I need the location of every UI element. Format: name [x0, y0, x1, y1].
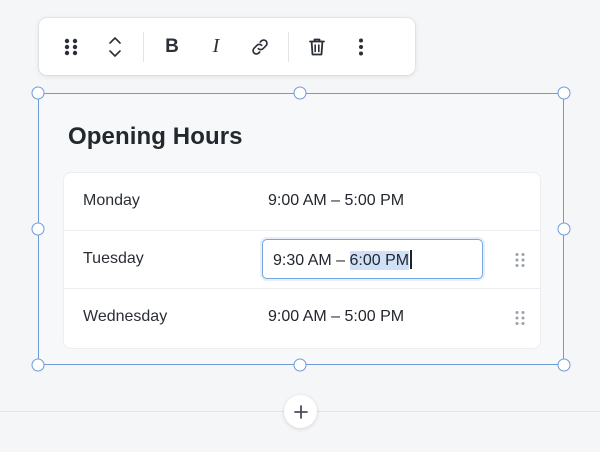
hours-input-text: 9:30 AM – [273, 252, 350, 269]
hours-row-tuesday: Tuesday 9:30 AM – 6:00 PM [64, 231, 540, 289]
drag-handle-button[interactable] [49, 25, 93, 69]
row-drag-handle-icon[interactable] [514, 252, 526, 268]
trash-icon [309, 38, 325, 55]
italic-button[interactable]: I [194, 25, 238, 69]
hours-row-monday: Monday 9:00 AM – 5:00 PM [64, 173, 540, 231]
delete-block-button[interactable] [295, 25, 339, 69]
toolbar-separator [143, 31, 144, 62]
selected-text: 6:00 PM [349, 251, 410, 270]
resize-handle-bottom-left[interactable] [31, 358, 45, 372]
text-caret [410, 250, 412, 269]
hours-value[interactable]: 9:00 AM – 5:00 PM [268, 308, 404, 326]
move-block-button[interactable] [93, 25, 137, 69]
hours-row-wednesday: Wednesday 9:00 AM – 5:00 PM [64, 289, 540, 347]
more-options-button[interactable] [339, 25, 383, 69]
plus-icon [293, 404, 308, 419]
day-label: Wednesday [83, 308, 168, 325]
add-block-button[interactable] [284, 395, 317, 428]
drag-handle-icon [64, 38, 78, 55]
link-button[interactable] [238, 25, 282, 69]
resize-handle-bottom-right[interactable] [557, 358, 571, 372]
more-vertical-icon [359, 38, 363, 55]
resize-handle-top-right[interactable] [557, 86, 571, 100]
resize-handle-top[interactable] [293, 86, 307, 100]
resize-handle-right[interactable] [557, 222, 571, 236]
day-label: Tuesday [83, 250, 144, 267]
block-title[interactable]: Opening Hours [68, 123, 243, 151]
toolbar-separator [288, 31, 289, 62]
row-drag-handle-icon[interactable] [514, 310, 526, 326]
hours-input-editing[interactable]: 9:30 AM – 6:00 PM [262, 239, 483, 279]
resize-handle-bottom[interactable] [293, 358, 307, 372]
opening-hours-table: Monday 9:00 AM – 5:00 PM Tuesday 9:30 AM… [64, 173, 540, 348]
bold-button[interactable]: B [150, 25, 194, 69]
resize-handle-left[interactable] [31, 222, 45, 236]
move-up-down-icon [109, 36, 121, 57]
hours-value[interactable]: 9:00 AM – 5:00 PM [268, 192, 404, 210]
day-label: Monday [83, 192, 140, 209]
resize-handle-top-left[interactable] [31, 86, 45, 100]
block-toolbar: B I [39, 18, 415, 75]
link-icon [252, 38, 268, 55]
